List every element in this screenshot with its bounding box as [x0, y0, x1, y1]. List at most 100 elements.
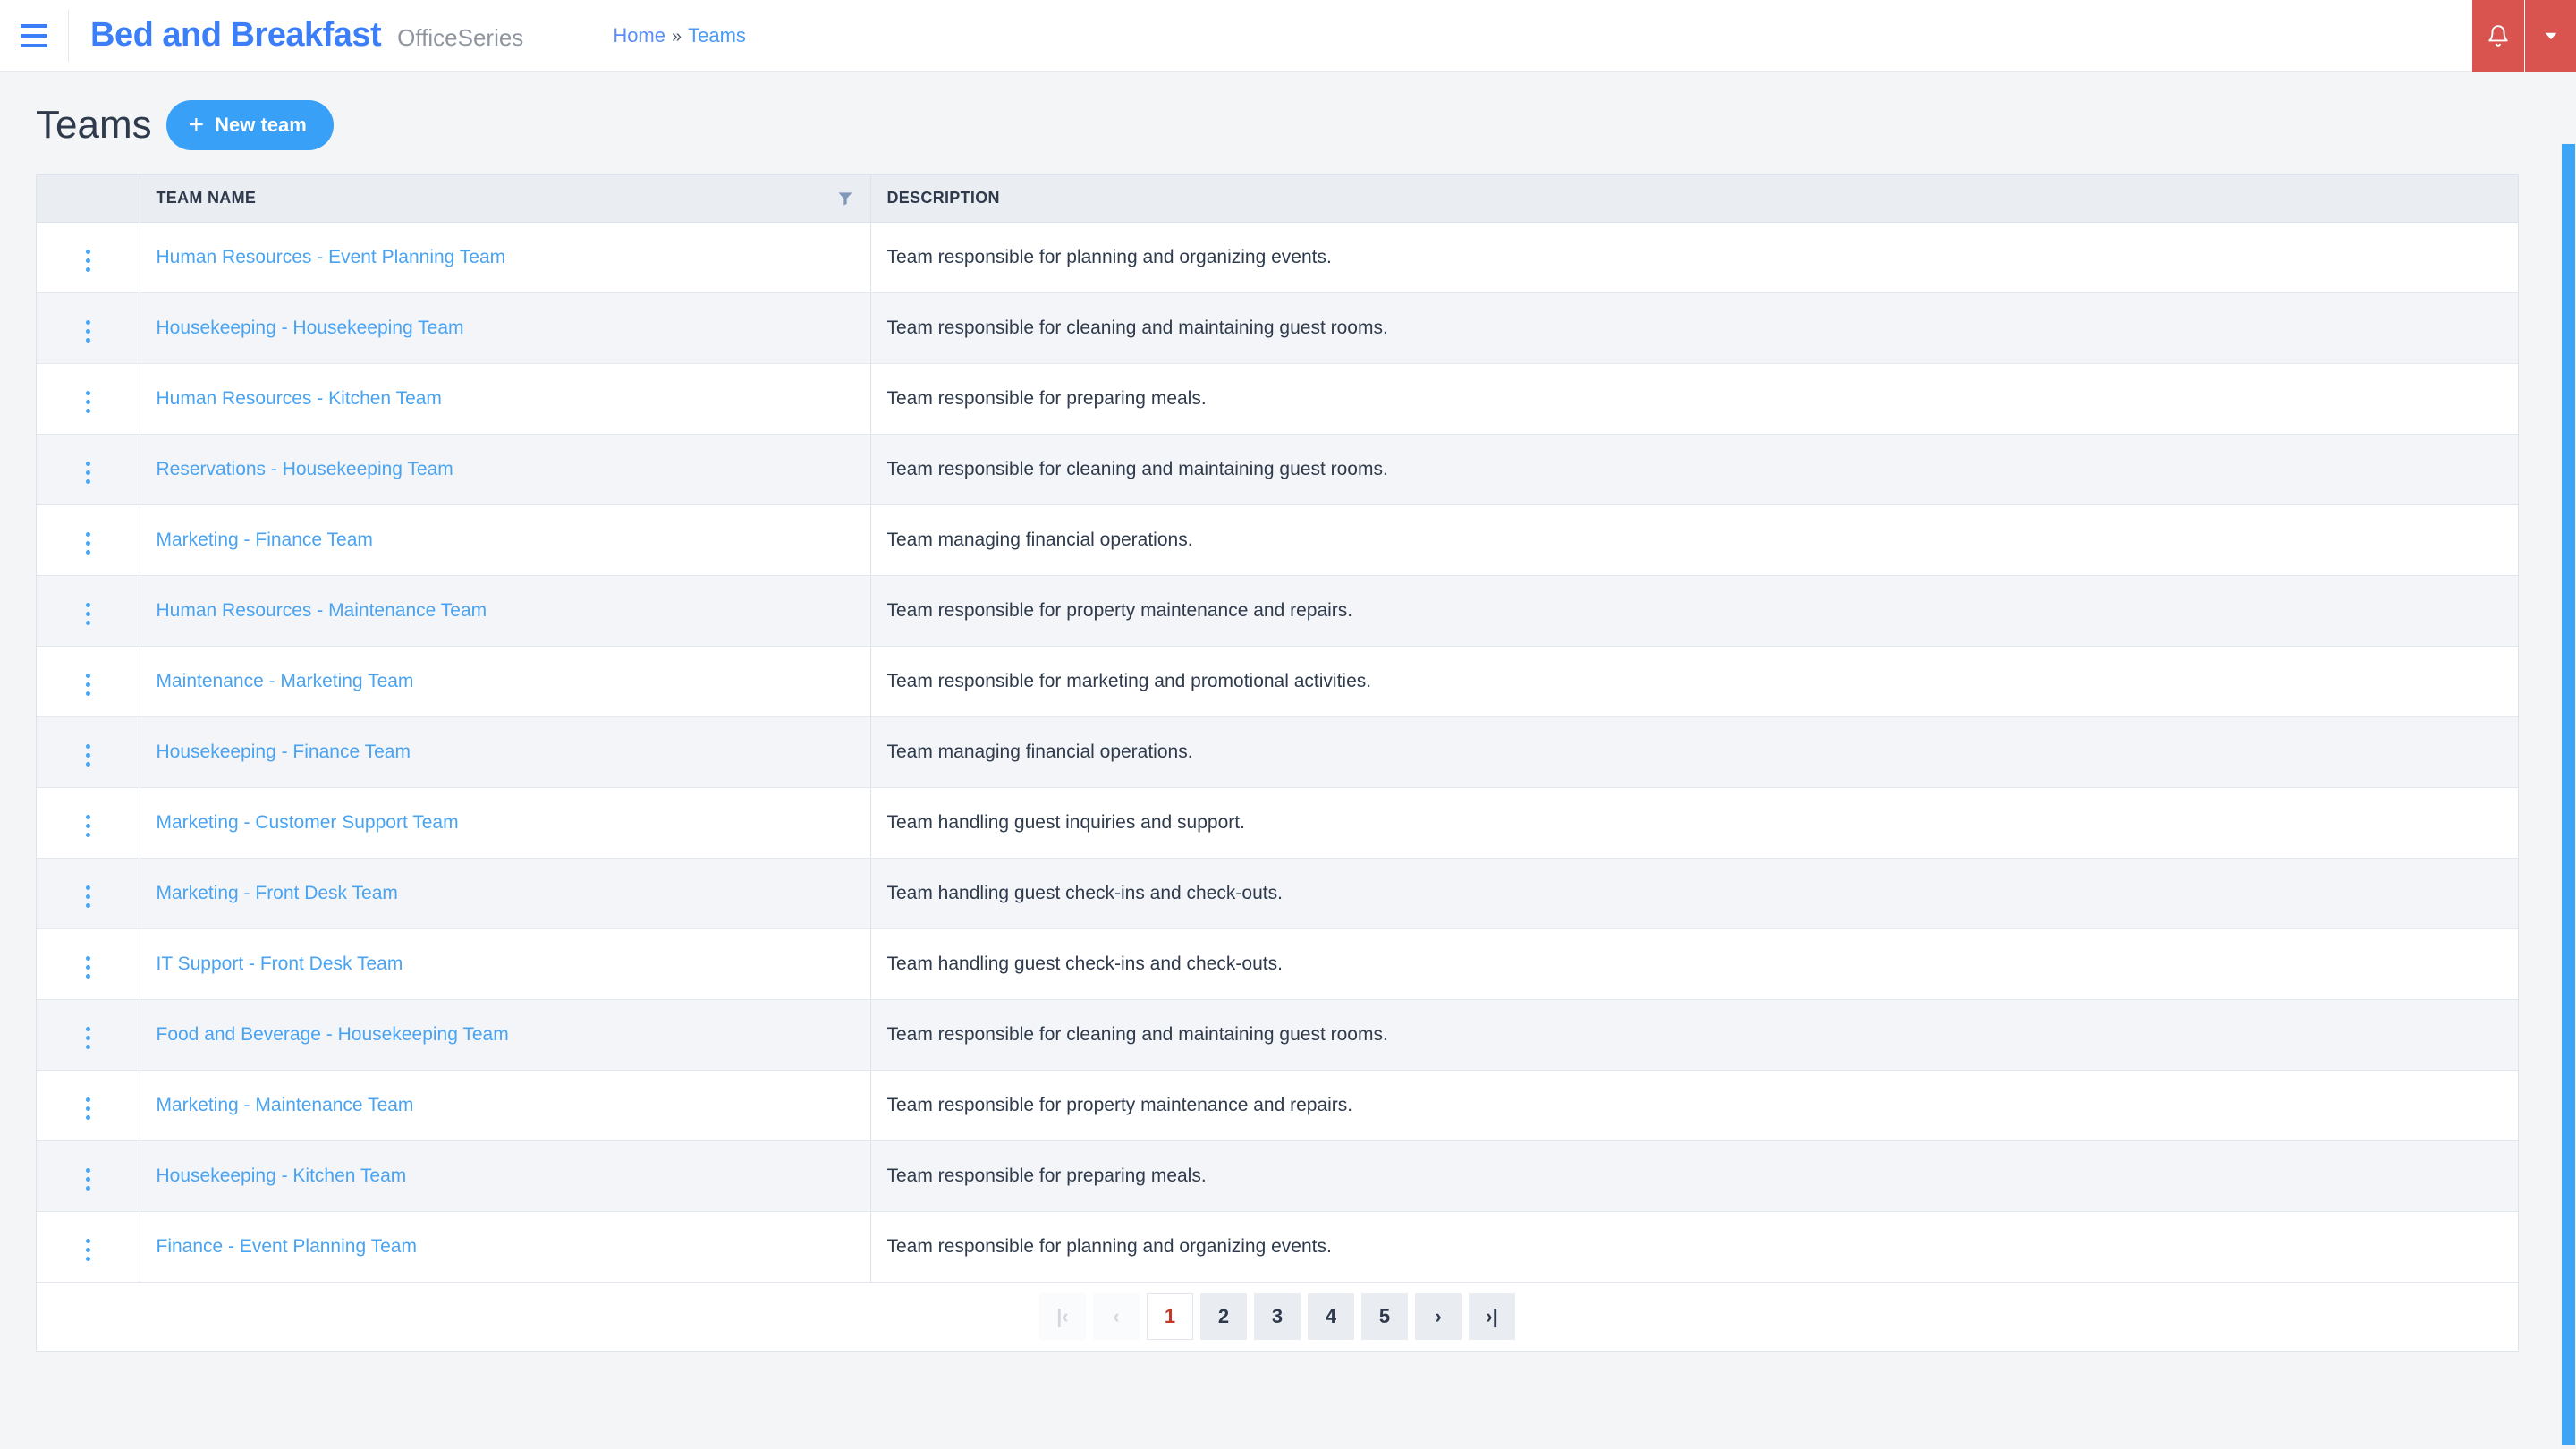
team-name-link[interactable]: Finance - Event Planning Team — [157, 1236, 417, 1257]
table-row: Food and Beverage - Housekeeping Team Tea… — [37, 999, 2518, 1071]
team-name-link[interactable]: Human Resources - Kitchen Team — [157, 388, 442, 409]
navbar-actions — [2472, 0, 2576, 72]
team-name-link[interactable]: Housekeeping - Finance Team — [157, 741, 411, 762]
new-team-button[interactable]: + New team — [165, 100, 334, 150]
team-description-cell: Team managing financial operations. — [870, 504, 2518, 576]
team-name-link[interactable]: Human Resources - Maintenance Team — [157, 600, 487, 621]
vertical-dots-icon[interactable] — [73, 1233, 103, 1267]
brand[interactable]: Bed and Breakfast OfficeSeries — [69, 16, 523, 55]
dot — [85, 1247, 90, 1252]
pagination-last-button[interactable]: ›| — [1469, 1292, 1515, 1340]
team-name-link[interactable]: Food and Beverage - Housekeeping Team — [157, 1024, 509, 1045]
funnel-filter-icon[interactable] — [836, 189, 854, 208]
dot — [85, 319, 90, 325]
dot — [85, 1185, 90, 1191]
team-description-cell: Team responsible for planning and organi… — [870, 1211, 2518, 1283]
dot — [85, 823, 90, 828]
row-menu-cell — [37, 999, 140, 1071]
pagination-pages: 12345 — [1147, 1292, 1408, 1340]
vertical-dots-icon[interactable] — [73, 527, 103, 560]
vertical-dots-icon[interactable] — [73, 597, 103, 631]
vertical-dots-icon[interactable] — [73, 880, 103, 913]
dot — [85, 743, 90, 749]
dot — [85, 337, 90, 343]
notification-dropdown-button[interactable] — [2524, 0, 2576, 72]
team-description-cell: Team responsible for cleaning and mainta… — [870, 434, 2518, 505]
dot — [85, 620, 90, 625]
team-name-link[interactable]: Housekeeping - Housekeeping Team — [157, 318, 464, 338]
team-description-cell: Team responsible for marketing and promo… — [870, 646, 2518, 717]
pagination-page-1[interactable]: 1 — [1147, 1292, 1193, 1340]
vertical-dots-icon[interactable] — [73, 456, 103, 489]
pagination-page-4[interactable]: 4 — [1308, 1292, 1354, 1340]
vertical-dots-icon[interactable] — [73, 386, 103, 419]
team-name-link[interactable]: IT Support - Front Desk Team — [157, 953, 403, 974]
row-menu-cell — [37, 858, 140, 929]
team-name-link[interactable]: Marketing - Customer Support Team — [157, 812, 459, 833]
team-name-link[interactable]: Housekeeping - Kitchen Team — [157, 1165, 407, 1186]
row-menu-cell — [37, 504, 140, 576]
row-menu-cell — [37, 928, 140, 1000]
dot — [85, 1114, 90, 1120]
column-header-description: DESCRIPTION — [870, 175, 2518, 223]
vertical-dots-icon[interactable] — [73, 739, 103, 772]
pagination-page-5[interactable]: 5 — [1361, 1292, 1408, 1340]
dot — [85, 328, 90, 334]
breadcrumb-home-link[interactable]: Home — [613, 24, 665, 47]
breadcrumb: Home » Teams — [613, 24, 746, 47]
team-name-link[interactable]: Reservations - Housekeeping Team — [157, 459, 453, 479]
vertical-dots-icon[interactable] — [73, 668, 103, 701]
notification-bell-button[interactable] — [2472, 0, 2524, 72]
team-name-link[interactable]: Marketing - Front Desk Team — [157, 883, 398, 903]
row-menu-cell — [37, 292, 140, 364]
row-menu-cell — [37, 1140, 140, 1212]
vertical-dots-icon[interactable] — [73, 244, 103, 277]
vertical-scrollbar-track[interactable] — [2561, 143, 2576, 1449]
table-row: IT Support - Front Desk Team Team handlin… — [37, 928, 2518, 1000]
dot — [85, 267, 90, 272]
dot — [85, 479, 90, 484]
team-name-link[interactable]: Marketing - Maintenance Team — [157, 1095, 414, 1115]
table-header: TEAM NAME DESCRIPTION — [37, 175, 2518, 223]
table-row: Marketing - Customer Support Team Team ha… — [37, 787, 2518, 859]
dot — [85, 752, 90, 758]
vertical-scrollbar-thumb[interactable] — [2562, 144, 2575, 1445]
team-name-link[interactable]: Maintenance - Marketing Team — [157, 671, 414, 691]
vertical-dots-icon[interactable] — [73, 315, 103, 348]
team-name-cell: Marketing - Customer Support Team — [140, 787, 871, 859]
pagination-first-button[interactable]: |‹ — [1039, 1292, 1086, 1340]
row-menu-cell — [37, 646, 140, 717]
dot — [85, 470, 90, 475]
pagination-next-button[interactable]: › — [1415, 1292, 1462, 1340]
team-name-cell: Finance - Event Planning Team — [140, 1211, 871, 1283]
dot — [85, 761, 90, 767]
pagination-page-3[interactable]: 3 — [1254, 1292, 1301, 1340]
hamburger-bar — [21, 43, 47, 47]
dot — [85, 549, 90, 555]
dot — [85, 602, 90, 607]
team-name-link[interactable]: Human Resources - Event Planning Team — [157, 247, 506, 267]
new-team-button-label: New team — [215, 114, 307, 136]
dot — [85, 611, 90, 616]
dot — [85, 894, 90, 899]
pagination-prev-button[interactable]: ‹ — [1093, 1292, 1140, 1340]
vertical-dots-icon[interactable] — [73, 1092, 103, 1125]
vertical-dots-icon[interactable] — [73, 1163, 103, 1196]
vertical-dots-icon[interactable] — [73, 951, 103, 984]
teams-table: TEAM NAME DESCRIPTION Human Resources - … — [37, 175, 2518, 1283]
dot — [85, 902, 90, 908]
vertical-dots-icon[interactable] — [73, 1021, 103, 1055]
team-name-link[interactable]: Marketing - Finance Team — [157, 530, 373, 550]
team-description-cell: Team handling guest inquiries and suppor… — [870, 787, 2518, 859]
pagination-page-2[interactable]: 2 — [1200, 1292, 1247, 1340]
table-row: Maintenance - Marketing Team Team respons… — [37, 646, 2518, 717]
vertical-dots-icon[interactable] — [73, 809, 103, 843]
hamburger-bar — [21, 23, 47, 28]
hamburger-menu-icon[interactable] — [0, 0, 68, 72]
team-name-cell: Human Resources - Kitchen Team — [140, 363, 871, 435]
team-name-cell: Food and Beverage - Housekeeping Team — [140, 999, 871, 1071]
page-body: Teams + New team TEAM NAME DESCRIPTION H… — [0, 72, 2576, 1449]
column-header-team-name[interactable]: TEAM NAME — [140, 175, 871, 223]
dot — [85, 673, 90, 678]
row-menu-cell — [37, 1070, 140, 1141]
